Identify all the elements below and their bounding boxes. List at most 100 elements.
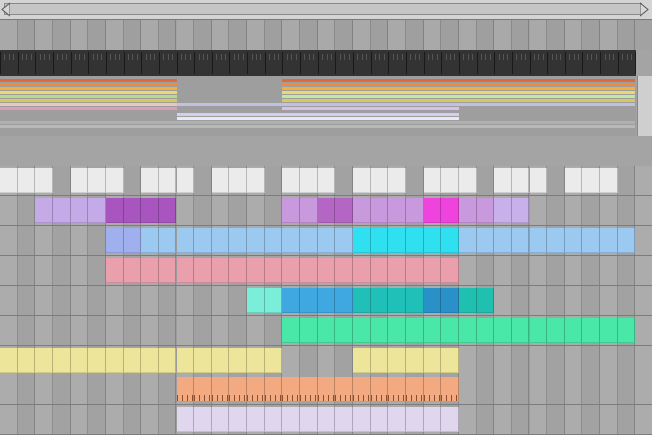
grid-cell[interactable] — [52, 375, 71, 404]
clip-cell[interactable] — [423, 198, 442, 223]
grid-cell[interactable] — [564, 375, 583, 404]
clip-cell[interactable] — [388, 228, 406, 253]
grid-cell[interactable] — [105, 286, 124, 315]
clip-cell[interactable] — [405, 198, 424, 223]
grid-cell[interactable] — [88, 316, 106, 345]
grid-cell[interactable] — [17, 226, 36, 255]
grid-cell[interactable] — [600, 256, 618, 285]
clip-cell[interactable] — [282, 258, 301, 283]
clip-cell[interactable] — [441, 348, 459, 373]
grid-cell[interactable] — [105, 316, 124, 345]
clip-cell[interactable] — [370, 168, 389, 193]
grid-cell[interactable] — [105, 375, 124, 404]
grid-cell[interactable] — [511, 405, 530, 434]
clip-cell[interactable] — [317, 258, 336, 283]
clip-cell[interactable] — [158, 228, 177, 253]
grid-cell[interactable] — [17, 375, 36, 404]
grid-cell[interactable] — [229, 286, 248, 315]
grid-cell[interactable] — [600, 196, 618, 225]
clip-cell[interactable] — [300, 407, 318, 432]
grid-cell[interactable] — [70, 256, 89, 285]
grid-cell[interactable] — [529, 405, 548, 434]
clip-cell[interactable] — [264, 228, 283, 253]
clip-cell[interactable] — [35, 168, 53, 193]
grid-cell[interactable] — [547, 375, 565, 404]
clip-cell[interactable] — [141, 228, 159, 253]
grid-cell[interactable] — [511, 346, 530, 375]
scroll-track[interactable] — [4, 3, 642, 15]
clip-cell[interactable] — [582, 228, 601, 253]
clip-cell[interactable] — [70, 168, 89, 193]
clip-cell[interactable] — [547, 318, 565, 343]
grid-cell[interactable] — [0, 405, 18, 434]
clip-cell[interactable] — [264, 377, 283, 402]
clip-cell[interactable] — [353, 288, 371, 313]
grid-cell[interactable] — [335, 166, 353, 195]
grid-cell[interactable] — [158, 286, 177, 315]
grid-cell[interactable] — [529, 286, 548, 315]
grid-cell[interactable] — [211, 196, 230, 225]
clip-cell[interactable] — [211, 377, 230, 402]
clip-cell[interactable] — [494, 318, 512, 343]
clip-cell[interactable] — [282, 168, 301, 193]
clip-cell[interactable] — [300, 198, 318, 223]
grid-cell[interactable] — [88, 226, 106, 255]
grid-cell[interactable] — [547, 346, 565, 375]
clip-cell[interactable] — [423, 318, 442, 343]
clip-cell[interactable] — [423, 377, 442, 402]
clip-cell[interactable] — [70, 348, 89, 373]
clip-cell[interactable] — [423, 228, 442, 253]
clip-cell[interactable] — [335, 228, 353, 253]
grid-cell[interactable] — [17, 256, 36, 285]
clip-cell[interactable] — [264, 407, 283, 432]
grid-cell[interactable] — [88, 375, 106, 404]
clip-cell[interactable] — [529, 228, 548, 253]
clip-cell[interactable] — [194, 407, 212, 432]
clip-cell[interactable] — [247, 258, 265, 283]
clip-cell[interactable] — [264, 348, 283, 373]
grid-cell[interactable] — [494, 375, 512, 404]
grid-cell[interactable] — [17, 316, 36, 345]
clip-cell[interactable] — [511, 198, 530, 223]
grid-cell[interactable] — [264, 196, 283, 225]
grid-cell[interactable] — [635, 405, 652, 434]
grid-cell[interactable] — [458, 375, 477, 404]
grid-cell[interactable] — [635, 375, 652, 404]
clip-cell[interactable] — [353, 258, 371, 283]
clip-cell[interactable] — [300, 228, 318, 253]
clip-cell[interactable] — [353, 198, 371, 223]
grid-cell[interactable] — [176, 196, 195, 225]
clip-cell[interactable] — [141, 168, 159, 193]
clip-cell[interactable] — [335, 288, 353, 313]
clip-cell[interactable] — [388, 318, 406, 343]
clip-cell[interactable] — [494, 198, 512, 223]
grid-cell[interactable] — [582, 256, 601, 285]
clip-cell[interactable] — [458, 318, 477, 343]
grid-cell[interactable] — [158, 316, 177, 345]
grid-cell[interactable] — [52, 286, 71, 315]
clip-cell[interactable] — [458, 288, 477, 313]
clip-cell[interactable] — [476, 228, 495, 253]
grid-cell[interactable] — [600, 286, 618, 315]
horizontal-scroll-bar[interactable] — [0, 0, 652, 20]
clip-cell[interactable] — [264, 258, 283, 283]
grid-cell[interactable] — [52, 166, 71, 195]
clip-cell[interactable] — [370, 407, 389, 432]
clip-cell[interactable] — [247, 288, 265, 313]
clip-cell[interactable] — [388, 288, 406, 313]
clip-cell[interactable] — [405, 258, 424, 283]
grid-cell[interactable] — [105, 405, 124, 434]
clip-cell[interactable] — [317, 228, 336, 253]
clip-cell[interactable] — [317, 288, 336, 313]
grid-cell[interactable] — [617, 256, 636, 285]
grid-cell[interactable] — [158, 375, 177, 404]
grid-cell[interactable] — [17, 196, 36, 225]
grid-cell[interactable] — [35, 226, 53, 255]
grid-cell[interactable] — [264, 166, 283, 195]
clip-cell[interactable] — [282, 198, 301, 223]
grid-cell[interactable] — [582, 346, 601, 375]
clip-cell[interactable] — [176, 228, 195, 253]
clip-cell[interactable] — [123, 258, 142, 283]
grid-cell[interactable] — [123, 405, 142, 434]
grid-cell[interactable] — [17, 405, 36, 434]
